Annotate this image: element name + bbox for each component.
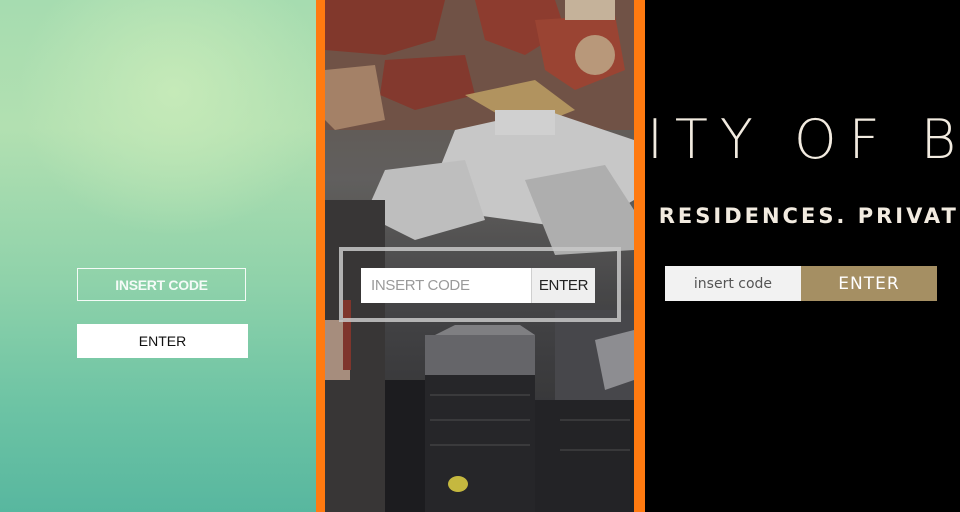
headline: ITY OF B — [647, 108, 960, 171]
enter-button[interactable]: ENTER — [801, 266, 937, 301]
subheadline-prefix: ' — [645, 204, 648, 228]
enter-button[interactable]: ENTER — [531, 268, 595, 303]
mint-panel: INSERT CODE ENTER — [0, 0, 316, 512]
insert-code-field[interactable]: INSERT CODE — [77, 268, 246, 301]
subheadline: ' RESIDENCES. PRIVATE — [645, 204, 960, 228]
orange-divider-left — [316, 0, 325, 512]
enter-button[interactable]: ENTER — [77, 324, 248, 358]
insert-code-input[interactable]: INSERT CODE — [361, 268, 531, 303]
insert-code-input[interactable]: insert code — [665, 266, 801, 301]
city-panel: INSERT CODE ENTER — [325, 0, 634, 512]
subheadline-text: RESIDENCES. PRIVATE — [658, 204, 960, 228]
black-panel: ITY OF B ' RESIDENCES. PRIVATE insert co… — [645, 0, 960, 512]
orange-divider-right — [634, 0, 645, 512]
